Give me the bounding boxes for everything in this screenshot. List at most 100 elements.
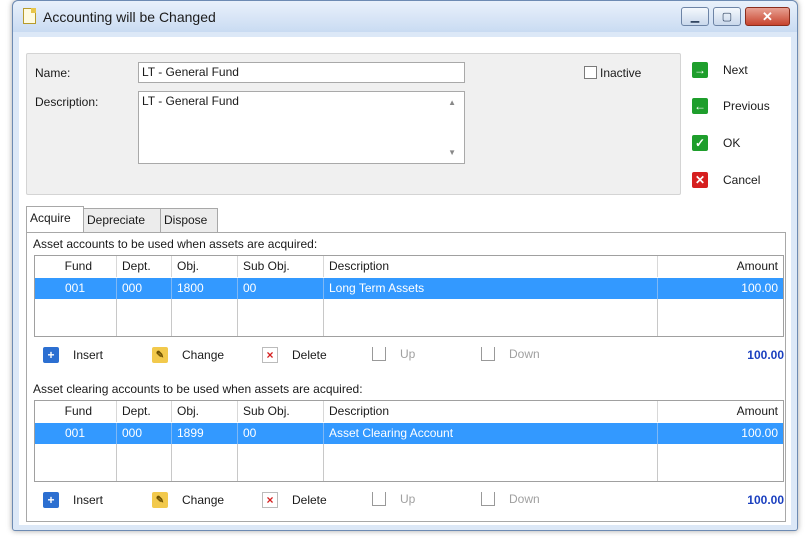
subobj-cell: 00 xyxy=(238,278,324,299)
insert-label: Insert xyxy=(73,493,104,507)
clearing-accounts-grid[interactable]: Fund Dept. Obj. Sub Obj. Description Amo… xyxy=(34,400,784,482)
down-label: Down xyxy=(509,492,540,506)
inactive-label: Inactive xyxy=(600,66,642,80)
empty-cell xyxy=(324,299,658,336)
delete-x-icon: × xyxy=(262,347,278,363)
col-dept[interactable]: Dept. xyxy=(117,256,172,277)
col-obj[interactable]: Obj. xyxy=(172,401,238,422)
previous-button[interactable]: ← Previous xyxy=(692,95,770,117)
next-button[interactable]: → Next xyxy=(692,59,748,81)
document-icon xyxy=(23,8,36,24)
down-icon xyxy=(481,492,495,506)
minimize-button[interactable]: ▁ xyxy=(681,7,709,26)
dialog-window: Accounting will be Changed ▁ ▢ ✕ Name: L… xyxy=(12,0,798,531)
close-button[interactable]: ✕ xyxy=(745,7,790,26)
previous-label: Previous xyxy=(723,99,770,113)
tab-acquire[interactable]: Acquire xyxy=(26,206,84,232)
acquire-tab-panel: Asset accounts to be used when assets ar… xyxy=(26,232,786,522)
col-fund[interactable]: Fund xyxy=(35,256,117,277)
title-bar[interactable]: Accounting will be Changed ▁ ▢ ✕ xyxy=(13,1,797,32)
col-dept[interactable]: Dept. xyxy=(117,401,172,422)
col-subobj[interactable]: Sub Obj. xyxy=(238,401,324,422)
asset-accounts-grid[interactable]: Fund Dept. Obj. Sub Obj. Description Amo… xyxy=(34,255,784,337)
empty-row[interactable] xyxy=(35,299,783,336)
checkmark-icon: ✓ xyxy=(692,135,708,151)
up-button[interactable]: Up xyxy=(372,492,415,506)
inactive-checkbox[interactable] xyxy=(584,66,597,79)
up-button[interactable]: Up xyxy=(372,347,415,361)
tab-dispose[interactable]: Dispose xyxy=(160,208,218,232)
ok-button[interactable]: ✓ OK xyxy=(692,132,740,154)
amount-cell: 100.00 xyxy=(741,281,778,295)
name-field[interactable]: LT - General Fund xyxy=(138,62,465,83)
fund-cell: 001 xyxy=(35,423,117,444)
insert-button[interactable]: + Insert xyxy=(43,347,103,363)
col-obj[interactable]: Obj. xyxy=(172,256,238,277)
name-label: Name: xyxy=(35,66,71,80)
col-description[interactable]: Description xyxy=(324,401,658,422)
empty-cell xyxy=(117,299,172,336)
subobj-cell: 00 xyxy=(238,423,324,444)
insert-button[interactable]: + Insert xyxy=(43,492,103,508)
empty-cell xyxy=(172,444,238,481)
grid-header-row: Fund Dept. Obj. Sub Obj. Description Amo… xyxy=(35,256,783,277)
delete-button[interactable]: × Delete xyxy=(262,492,327,508)
amount-cell: 100.00 xyxy=(741,426,778,440)
tab-depreciate[interactable]: Depreciate xyxy=(83,208,161,232)
up-label: Up xyxy=(400,492,416,506)
clearing-grid-toolbar: + Insert ✎ Change × Delete Up Down 100.0… xyxy=(34,492,784,514)
empty-cell xyxy=(238,444,324,481)
change-button[interactable]: ✎ Change xyxy=(152,347,224,363)
col-amount[interactable]: Amount xyxy=(658,401,783,422)
grid-header-row: Fund Dept. Obj. Sub Obj. Description Amo… xyxy=(35,401,783,422)
fund-cell: 001 xyxy=(35,278,117,299)
delete-label: Delete xyxy=(292,493,327,507)
empty-cell xyxy=(35,444,117,481)
scroll-down-icon[interactable]: ▼ xyxy=(448,148,456,157)
empty-cell xyxy=(238,299,324,336)
arrow-left-icon: ← xyxy=(692,98,708,114)
arrow-right-icon: → xyxy=(692,62,708,78)
table-row[interactable]: 001 000 1800 00 Long Term Assets 100.00 xyxy=(35,278,783,299)
delete-button[interactable]: × Delete xyxy=(262,347,327,363)
description-field[interactable]: LT - General Fund ▲ ▼ xyxy=(138,91,465,164)
pencil-icon: ✎ xyxy=(152,492,168,508)
up-label: Up xyxy=(400,347,416,361)
col-subobj[interactable]: Sub Obj. xyxy=(238,256,324,277)
change-label: Change xyxy=(182,493,225,507)
empty-cell xyxy=(117,444,172,481)
dept-cell: 000 xyxy=(117,278,172,299)
empty-row[interactable] xyxy=(35,444,783,481)
description-cell: Long Term Assets xyxy=(324,278,658,299)
col-description[interactable]: Description xyxy=(324,256,658,277)
dept-cell: 000 xyxy=(117,423,172,444)
description-text: LT - General Fund xyxy=(142,94,239,108)
up-icon xyxy=(372,492,386,506)
dialog-body: Name: LT - General Fund Inactive Descrip… xyxy=(19,37,791,525)
down-label: Down xyxy=(509,347,540,361)
x-icon: ✕ xyxy=(692,172,708,188)
clearing-total: 100.00 xyxy=(747,493,784,507)
asset-grid-toolbar: + Insert ✎ Change × Delete Up Down 100.0… xyxy=(34,347,784,369)
pencil-icon: ✎ xyxy=(152,347,168,363)
clearing-section-caption: Asset clearing accounts to be used when … xyxy=(33,382,363,396)
delete-label: Delete xyxy=(292,348,327,362)
obj-cell: 1899 xyxy=(172,423,238,444)
ok-label: OK xyxy=(723,136,741,150)
col-fund[interactable]: Fund xyxy=(35,401,117,422)
insert-label: Insert xyxy=(73,348,104,362)
up-icon xyxy=(372,347,386,361)
change-button[interactable]: ✎ Change xyxy=(152,492,224,508)
empty-cell xyxy=(35,299,117,336)
maximize-button[interactable]: ▢ xyxy=(713,7,741,26)
description-label: Description: xyxy=(35,95,99,109)
down-button[interactable]: Down xyxy=(481,347,540,361)
table-row[interactable]: 001 000 1899 00 Asset Clearing Account 1… xyxy=(35,423,783,444)
down-button[interactable]: Down xyxy=(481,492,540,506)
asset-total: 100.00 xyxy=(747,348,784,362)
cancel-button[interactable]: ✕ Cancel xyxy=(692,169,760,191)
description-cell: Asset Clearing Account xyxy=(324,423,658,444)
col-amount[interactable]: Amount xyxy=(658,256,783,277)
next-label: Next xyxy=(723,63,748,77)
scroll-up-icon[interactable]: ▲ xyxy=(448,98,456,107)
